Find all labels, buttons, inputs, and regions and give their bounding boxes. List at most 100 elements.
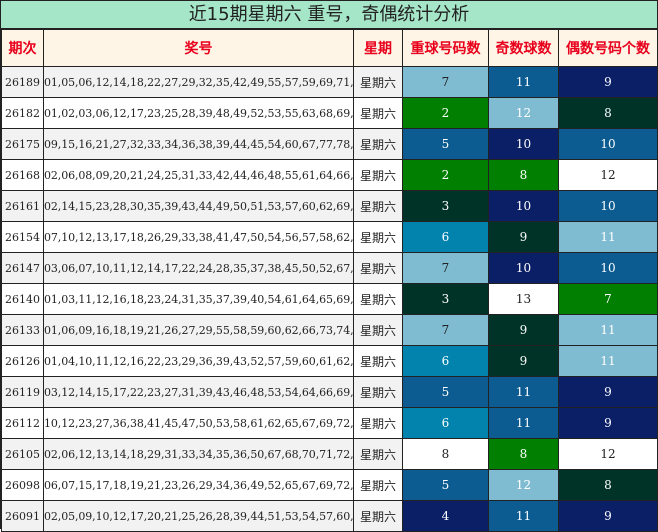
repeat-count-cell: 5: [402, 128, 489, 160]
table-row: 26147 03,06,07,10,11,12,14,17,22,24,28,35…: [1, 252, 658, 284]
numbers-cell: 03,06,07,10,11,12,14,17,22,24,28,35,37,3…: [43, 252, 354, 284]
day-cell: 星期六: [353, 438, 403, 470]
odd-count-cell: 8: [488, 438, 559, 470]
stats-table-frame: 近15期星期六 重号，奇偶统计分析 期次 奖号 星期 重球号码数 奇数球数 偶数…: [0, 0, 658, 532]
table-body: 26189 01,05,06,12,14,18,22,27,29,32,35,42…: [1, 66, 658, 532]
issue-cell: 26126: [1, 345, 44, 377]
repeat-count-cell: 6: [402, 407, 489, 439]
odd-count-cell: 8: [488, 159, 559, 191]
numbers-cell: 07,10,12,13,17,18,26,29,33,38,41,47,50,5…: [43, 221, 354, 253]
odd-count-cell: 11: [488, 407, 559, 439]
table-row: 26098 06,07,15,17,18,19,21,23,26,29,34,36…: [1, 469, 658, 501]
issue-cell: 26189: [1, 66, 44, 98]
numbers-cell: 01,02,03,06,12,17,23,25,28,39,48,49,52,5…: [43, 97, 354, 129]
even-count-cell: 12: [558, 159, 658, 191]
day-cell: 星期六: [353, 128, 403, 160]
even-count-cell: 9: [558, 66, 658, 98]
day-cell: 星期六: [353, 252, 403, 284]
table-row: 26189 01,05,06,12,14,18,22,27,29,32,35,42…: [1, 66, 658, 98]
numbers-cell: 01,06,09,16,18,19,21,26,27,29,55,58,59,6…: [43, 314, 354, 346]
header-repeat: 重球号码数: [402, 29, 489, 67]
issue-cell: 26161: [1, 190, 44, 222]
issue-cell: 26175: [1, 128, 44, 160]
repeat-count-cell: 3: [402, 283, 489, 315]
table-row: 26175 09,15,16,21,27,32,33,34,36,38,39,44…: [1, 128, 658, 160]
odd-count-cell: 12: [488, 97, 559, 129]
odd-count-cell: 13: [488, 283, 559, 315]
repeat-count-cell: 7: [402, 252, 489, 284]
day-cell: 星期六: [353, 314, 403, 346]
repeat-count-cell: 6: [402, 345, 489, 377]
repeat-count-cell: 7: [402, 314, 489, 346]
numbers-cell: 01,05,06,12,14,18,22,27,29,32,35,42,49,5…: [43, 66, 354, 98]
page-title: 近15期星期六 重号，奇偶统计分析: [1, 1, 657, 29]
odd-count-cell: 11: [488, 66, 559, 98]
even-count-cell: 9: [558, 500, 658, 532]
issue-cell: 26091: [1, 500, 44, 532]
day-cell: 星期六: [353, 469, 403, 501]
repeat-count-cell: 6: [402, 221, 489, 253]
issue-cell: 26112: [1, 407, 44, 439]
header-even: 偶数号码个数: [558, 29, 658, 67]
numbers-cell: 01,04,10,11,12,16,22,23,29,36,39,43,52,5…: [43, 345, 354, 377]
day-cell: 星期六: [353, 407, 403, 439]
repeat-count-cell: 2: [402, 97, 489, 129]
numbers-cell: 09,15,16,21,27,32,33,34,36,38,39,44,45,5…: [43, 128, 354, 160]
stats-table: 期次 奖号 星期 重球号码数 奇数球数 偶数号码个数 26189 01,05,06…: [1, 29, 658, 532]
table-row: 26119 03,12,14,15,17,22,23,27,31,39,43,46…: [1, 376, 658, 408]
numbers-cell: 10,12,23,27,36,38,41,45,47,50,53,58,61,6…: [43, 407, 354, 439]
table-row: 26161 02,14,15,23,28,30,35,39,43,44,49,50…: [1, 190, 658, 222]
header-odd: 奇数球数: [488, 29, 559, 67]
even-count-cell: 9: [558, 376, 658, 408]
odd-count-cell: 10: [488, 128, 559, 160]
table-row: 26105 02,06,12,13,14,18,29,31,33,34,35,36…: [1, 438, 658, 470]
even-count-cell: 8: [558, 97, 658, 129]
table-row: 26168 02,06,08,09,20,21,24,25,31,33,42,44…: [1, 159, 658, 191]
repeat-count-cell: 5: [402, 376, 489, 408]
issue-cell: 26147: [1, 252, 44, 284]
day-cell: 星期六: [353, 221, 403, 253]
table-row: 26140 01,03,11,12,16,18,23,24,31,35,37,39…: [1, 283, 658, 315]
issue-cell: 26140: [1, 283, 44, 315]
numbers-cell: 06,07,15,17,18,19,21,23,26,29,34,36,49,5…: [43, 469, 354, 501]
day-cell: 星期六: [353, 66, 403, 98]
odd-count-cell: 10: [488, 190, 559, 222]
table-row: 26112 10,12,23,27,36,38,41,45,47,50,53,58…: [1, 407, 658, 439]
repeat-count-cell: 7: [402, 66, 489, 98]
even-count-cell: 11: [558, 221, 658, 253]
numbers-cell: 02,14,15,23,28,30,35,39,43,44,49,50,51,5…: [43, 190, 354, 222]
table-row: 26133 01,06,09,16,18,19,21,26,27,29,55,58…: [1, 314, 658, 346]
even-count-cell: 10: [558, 190, 658, 222]
numbers-cell: 02,06,12,13,14,18,29,31,33,34,35,36,50,6…: [43, 438, 354, 470]
day-cell: 星期六: [353, 97, 403, 129]
header-issue: 期次: [1, 29, 44, 67]
day-cell: 星期六: [353, 159, 403, 191]
repeat-count-cell: 3: [402, 190, 489, 222]
issue-cell: 26098: [1, 469, 44, 501]
even-count-cell: 12: [558, 438, 658, 470]
odd-count-cell: 9: [488, 221, 559, 253]
numbers-cell: 02,05,09,10,12,17,20,21,25,26,28,39,44,5…: [43, 500, 354, 532]
even-count-cell: 10: [558, 128, 658, 160]
issue-cell: 26133: [1, 314, 44, 346]
issue-cell: 26119: [1, 376, 44, 408]
numbers-cell: 01,03,11,12,16,18,23,24,31,35,37,39,40,5…: [43, 283, 354, 315]
numbers-cell: 02,06,08,09,20,21,24,25,31,33,42,44,46,4…: [43, 159, 354, 191]
issue-cell: 26168: [1, 159, 44, 191]
even-count-cell: 8: [558, 469, 658, 501]
issue-cell: 26154: [1, 221, 44, 253]
odd-count-cell: 11: [488, 376, 559, 408]
table-row: 26154 07,10,12,13,17,18,26,29,33,38,41,47…: [1, 221, 658, 253]
even-count-cell: 7: [558, 283, 658, 315]
odd-count-cell: 12: [488, 469, 559, 501]
repeat-count-cell: 4: [402, 500, 489, 532]
repeat-count-cell: 8: [402, 438, 489, 470]
odd-count-cell: 9: [488, 314, 559, 346]
table-row: 26091 02,05,09,10,12,17,20,21,25,26,28,39…: [1, 500, 658, 532]
even-count-cell: 11: [558, 345, 658, 377]
odd-count-cell: 9: [488, 345, 559, 377]
header-numbers: 奖号: [43, 29, 354, 67]
even-count-cell: 10: [558, 252, 658, 284]
even-count-cell: 9: [558, 407, 658, 439]
odd-count-cell: 10: [488, 252, 559, 284]
